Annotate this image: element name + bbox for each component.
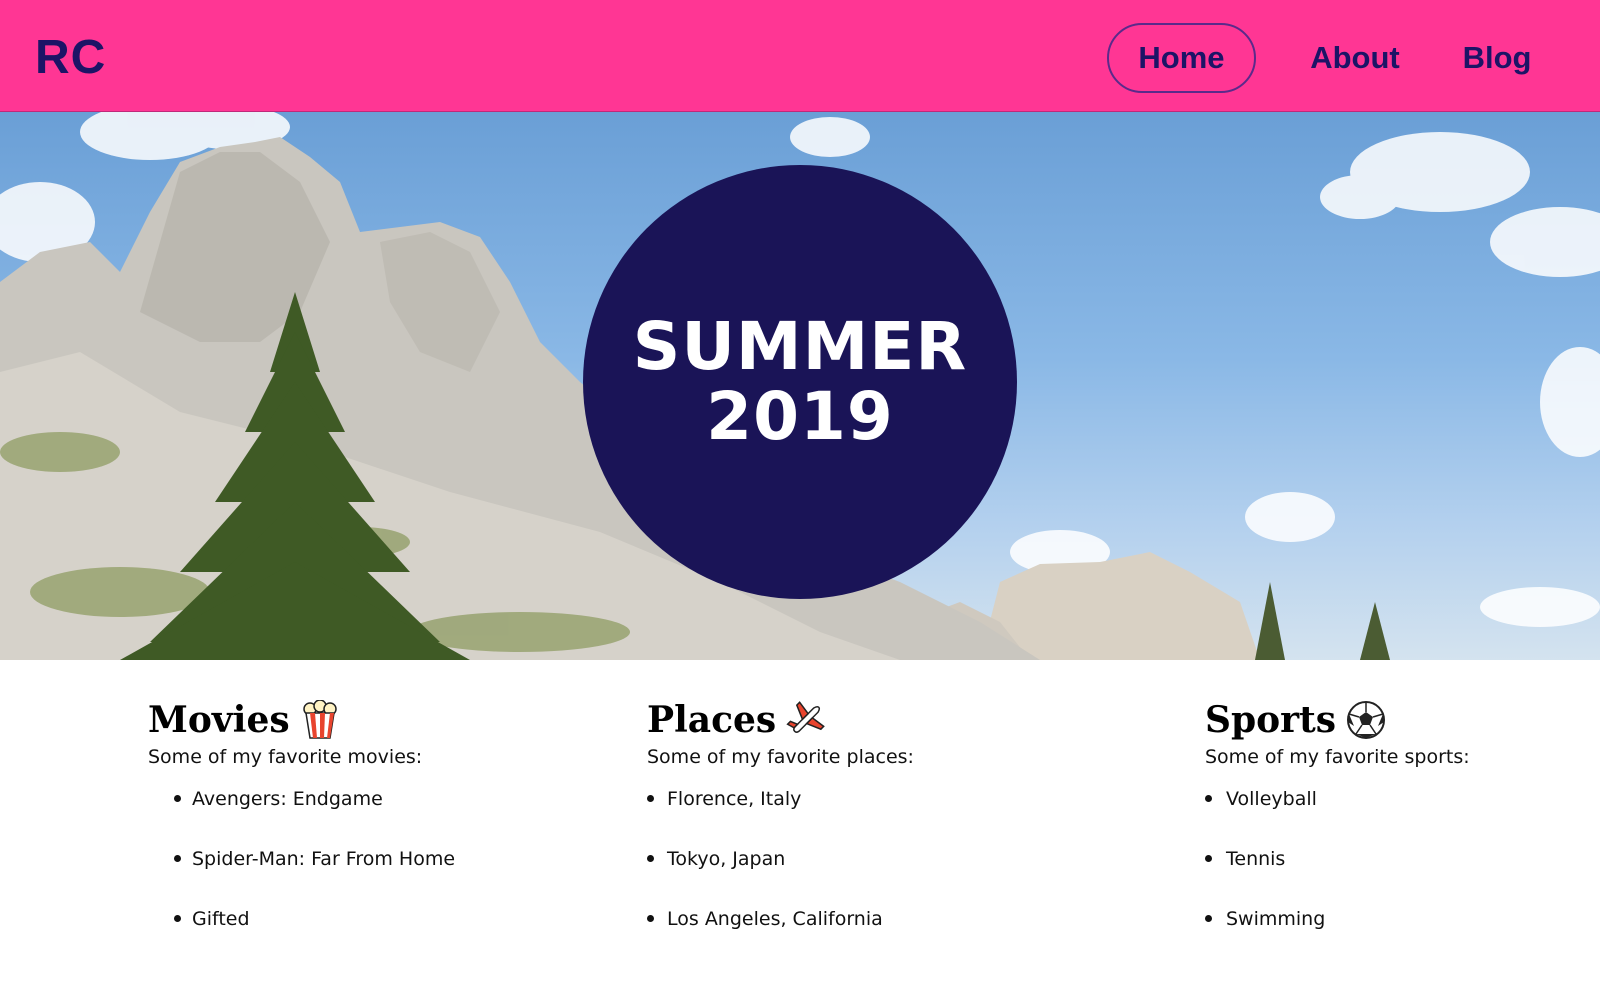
list-item-text: Swimming: [1226, 908, 1326, 930]
list-item: Gifted: [174, 906, 588, 966]
list-item: Swimming: [1205, 906, 1585, 966]
nav-blog-link[interactable]: Blog: [1452, 23, 1542, 93]
list-item: Los Angeles, California: [647, 906, 1087, 966]
bullet: [647, 855, 654, 862]
list-item: Tennis: [1205, 846, 1585, 906]
hero-title-line1: SUMMER: [632, 308, 968, 385]
places-subtitle: Some of my favorite places:: [647, 746, 914, 768]
places-heading: Places: [647, 696, 1087, 744]
movies-heading: Movies: [148, 696, 588, 744]
hero-banner: SUMMER 2019: [0, 112, 1600, 660]
list-item: Volleyball: [1205, 786, 1585, 846]
bullet: [1205, 915, 1212, 922]
sports-subtitle: Some of my favorite sports:: [1205, 746, 1470, 768]
list-item-text: Spider-Man: Far From Home: [192, 848, 456, 870]
movies-section: Movies Some of my favorite movies: Aveng…: [148, 696, 588, 966]
nav-about-link[interactable]: About: [1300, 23, 1410, 93]
list-item: Spider-Man: Far From Home: [174, 846, 588, 906]
list-item-text: Avengers: Endgame: [192, 788, 383, 810]
list-item-text: Tokyo, Japan: [667, 848, 786, 870]
places-title: Places: [647, 699, 777, 741]
places-section: Places Some of my favorite places: Flore…: [647, 696, 1087, 966]
sports-list: Volleyball Tennis Swimming: [1205, 786, 1585, 966]
list-item: Avengers: Endgame: [174, 786, 588, 846]
bullet: [1205, 855, 1212, 862]
nav-home-link[interactable]: Home: [1107, 23, 1256, 93]
bullet: [647, 795, 654, 802]
list-item-text: Florence, Italy: [667, 788, 802, 810]
hero-circle: SUMMER 2019: [583, 165, 1017, 599]
site-logo[interactable]: RC: [35, 30, 106, 85]
hero-title-line2: 2019: [706, 378, 894, 455]
places-list: Florence, Italy Tokyo, Japan Los Angeles…: [647, 786, 1087, 966]
movies-list: Avengers: Endgame Spider-Man: Far From H…: [174, 786, 588, 966]
bullet: [174, 795, 181, 802]
list-item-text: Tennis: [1226, 848, 1286, 870]
sports-title: Sports: [1205, 699, 1337, 741]
sports-heading: Sports: [1205, 696, 1585, 744]
bullet: [174, 915, 181, 922]
sports-section: Sports Some of my favorite sports: Volle…: [1205, 696, 1585, 966]
list-item-text: Volleyball: [1226, 788, 1317, 810]
list-item: Tokyo, Japan: [647, 846, 1087, 906]
list-item-text: Los Angeles, California: [667, 908, 883, 930]
list-item-text: Gifted: [192, 908, 250, 930]
bullet: [1205, 795, 1212, 802]
top-navbar: RC Home About Blog: [0, 0, 1600, 112]
bullet: [174, 855, 181, 862]
airplane-icon: [786, 701, 825, 733]
soccer-ball-icon: [1347, 701, 1386, 739]
list-item: Florence, Italy: [647, 786, 1087, 846]
bullet: [647, 915, 654, 922]
popcorn-icon: [302, 700, 337, 739]
movies-title: Movies: [148, 699, 290, 741]
movies-subtitle: Some of my favorite movies:: [148, 746, 423, 768]
